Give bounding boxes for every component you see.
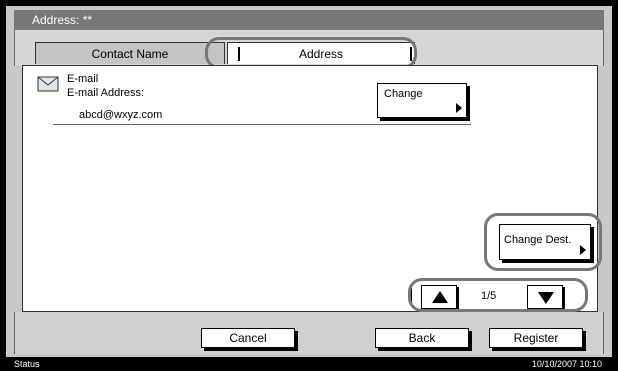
entry-type-label: E-mail	[67, 73, 99, 85]
status-bar: Status 10/10/2007 10:10	[0, 357, 618, 371]
page-up-button[interactable]	[421, 285, 457, 309]
triangle-up-icon	[432, 291, 448, 303]
page-indicator: 1/5	[481, 290, 497, 302]
page-down-button[interactable]	[527, 285, 563, 309]
change-button[interactable]: Change	[377, 83, 467, 118]
register-button[interactable]: Register	[489, 328, 583, 348]
change-button-label: Change	[384, 88, 423, 100]
footer-bar: Cancel Back Register	[14, 312, 604, 354]
back-button[interactable]: Back	[375, 328, 469, 348]
tab-marker-right	[410, 47, 412, 61]
status-datetime: 10/10/2007 10:10	[531, 359, 602, 369]
address-detail-panel: E-mail E-mail Address: abcd@wxyz.com Cha…	[22, 65, 598, 312]
triangle-down-icon	[538, 292, 554, 304]
pager: 1/5	[405, 285, 591, 311]
tab-address-label: Address	[298, 47, 344, 61]
email-address-label: E-mail Address:	[67, 87, 145, 99]
change-dest-button[interactable]: Change Dest.	[499, 224, 591, 260]
window-title: Address: **	[14, 10, 604, 30]
tab-marker-left	[238, 47, 240, 61]
pager-separator	[411, 288, 412, 306]
envelope-icon	[37, 76, 59, 92]
tab-contact-name[interactable]: Contact Name	[35, 42, 225, 64]
email-address-value: abcd@wxyz.com	[79, 109, 163, 121]
tab-bar: Contact Name Address	[14, 30, 604, 66]
cancel-button[interactable]: Cancel	[201, 328, 295, 348]
arrow-right-icon	[456, 103, 462, 113]
status-label[interactable]: Status	[14, 357, 40, 371]
tab-address[interactable]: Address	[227, 42, 415, 64]
divider	[53, 124, 471, 125]
change-dest-label: Change Dest.	[504, 234, 572, 246]
arrow-right-icon	[580, 245, 586, 255]
